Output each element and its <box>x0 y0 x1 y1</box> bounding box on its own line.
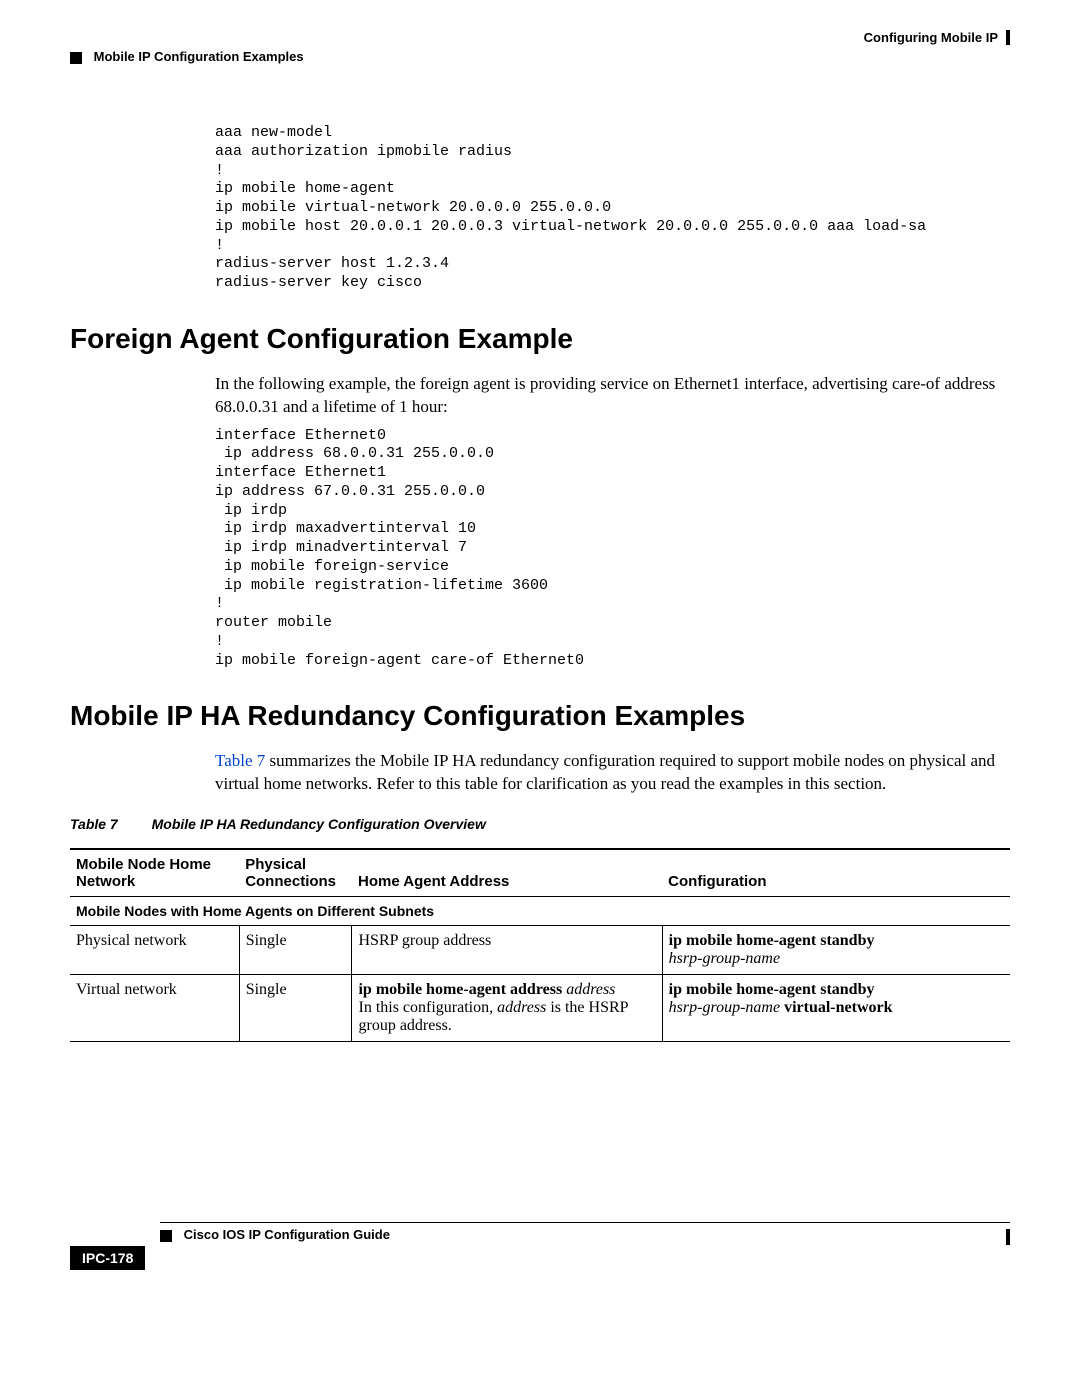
cfg0-ital: hsrp-group-name <box>669 950 780 967</box>
table-subhead: Mobile Nodes with Home Agents on Differe… <box>70 897 1010 926</box>
haa1-bold: ip mobile home-agent address <box>358 981 562 998</box>
cfg1-ital: hsrp-group-name <box>669 999 780 1016</box>
th-configuration: Configuration <box>662 849 1010 897</box>
cfg1-bold2: virtual-network <box>780 999 892 1016</box>
cell-network-1: Virtual network <box>70 975 239 1042</box>
section1-body: In the following example, the foreign ag… <box>215 373 1010 419</box>
header-square-icon <box>70 52 82 64</box>
th-network: Mobile Node Home Network <box>70 849 239 897</box>
section-heading-ha-redundancy: Mobile IP HA Redundancy Configuration Ex… <box>70 700 1010 732</box>
cell-conn-0: Single <box>239 926 352 975</box>
redundancy-table: Mobile Node Home Network Physical Connec… <box>70 848 1010 1042</box>
section2-body-post: summarizes the Mobile IP HA redundancy c… <box>215 751 995 793</box>
footer-square-icon <box>160 1230 172 1242</box>
cell-haa-1: ip mobile home-agent address address In … <box>352 975 662 1042</box>
cfg0-bold: ip mobile home-agent standby <box>669 932 875 949</box>
cell-config-1: ip mobile home-agent standby hsrp-group-… <box>662 975 1010 1042</box>
table7-link[interactable]: Table 7 <box>215 751 265 770</box>
cell-conn-1: Single <box>239 975 352 1042</box>
page-number-badge: IPC-178 <box>70 1246 145 1270</box>
haa1-ital: address <box>566 981 615 998</box>
th-connections: Physical Connections <box>239 849 352 897</box>
footer-line: Cisco IOS IP Configuration Guide <box>160 1222 1010 1242</box>
table-header-row: Mobile Node Home Network Physical Connec… <box>70 849 1010 897</box>
code-block-2: interface Ethernet0 ip address 68.0.0.31… <box>215 427 1010 671</box>
header-left-text: Mobile IP Configuration Examples <box>94 49 304 64</box>
table-subhead-row: Mobile Nodes with Home Agents on Differe… <box>70 897 1010 926</box>
cfg1-bold: ip mobile home-agent standby <box>669 981 875 998</box>
table-caption: Table 7 Mobile IP HA Redundancy Configur… <box>70 816 1010 832</box>
table-caption-label: Table 7 <box>70 816 118 832</box>
footer-right-mark-icon <box>1006 1229 1010 1245</box>
table-row: Virtual network Single ip mobile home-ag… <box>70 975 1010 1042</box>
cell-config-0: ip mobile home-agent standby hsrp-group-… <box>662 926 1010 975</box>
th-home-agent-address: Home Agent Address <box>352 849 662 897</box>
table-row: Physical network Single HSRP group addre… <box>70 926 1010 975</box>
footer-title: Cisco IOS IP Configuration Guide <box>160 1223 1010 1242</box>
footer: Cisco IOS IP Configuration Guide IPC-178 <box>70 1222 1010 1270</box>
footer-title-text: Cisco IOS IP Configuration Guide <box>184 1227 390 1242</box>
haa1-note-ital: address <box>497 999 546 1016</box>
header-right: Configuring Mobile IP <box>70 30 1010 45</box>
cell-network-0: Physical network <box>70 926 239 975</box>
cell-haa-0: HSRP group address <box>352 926 662 975</box>
header-left: Mobile IP Configuration Examples <box>70 49 1010 64</box>
table-caption-title: Mobile IP HA Redundancy Configuration Ov… <box>152 816 486 832</box>
code-block-1: aaa new-model aaa authorization ipmobile… <box>215 124 1010 293</box>
haa1-note-pre: In this configuration, <box>358 999 497 1016</box>
page: Configuring Mobile IP Mobile IP Configur… <box>0 0 1080 1310</box>
section2-body: Table 7 summarizes the Mobile IP HA redu… <box>215 750 1010 796</box>
section-heading-foreign-agent: Foreign Agent Configuration Example <box>70 323 1010 355</box>
